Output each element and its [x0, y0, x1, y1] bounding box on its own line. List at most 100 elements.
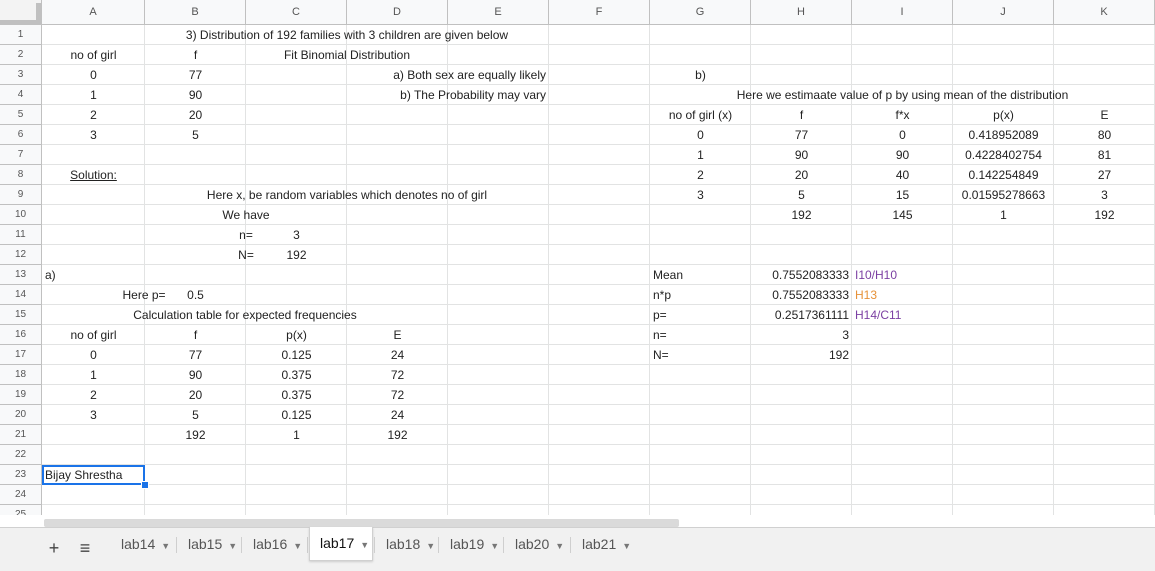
- row-header-9[interactable]: 9: [0, 185, 42, 205]
- column-header-c[interactable]: C: [246, 0, 347, 25]
- row-header-20[interactable]: 20: [0, 405, 42, 425]
- row-header-8[interactable]: 8: [0, 165, 42, 185]
- row-header-10[interactable]: 10: [0, 205, 42, 225]
- cell-b21[interactable]: 192: [145, 425, 246, 445]
- add-sheet-button[interactable]: +: [42, 536, 66, 560]
- cell-a4[interactable]: 1: [42, 85, 145, 105]
- column-header-g[interactable]: G: [650, 0, 751, 25]
- cell-j9[interactable]: 0.01595278663: [953, 185, 1054, 205]
- cell-d17[interactable]: 24: [347, 345, 448, 365]
- cell-g5[interactable]: no of girl (x): [650, 105, 751, 125]
- row-header-3[interactable]: 3: [0, 65, 42, 85]
- cell-b5[interactable]: 20: [145, 105, 246, 125]
- chevron-down-icon[interactable]: ▼: [360, 540, 369, 550]
- sheet-tab-lab18[interactable]: lab18 ▼: [376, 528, 437, 560]
- chevron-down-icon[interactable]: ▼: [228, 541, 237, 551]
- cell-j5[interactable]: p(x): [953, 105, 1054, 125]
- row-header-15[interactable]: 15: [0, 305, 42, 325]
- row-header-19[interactable]: 19: [0, 385, 42, 405]
- cell-g15[interactable]: p=: [650, 305, 751, 325]
- cell-b3[interactable]: 77: [145, 65, 246, 85]
- column-header-e[interactable]: E: [448, 0, 549, 25]
- cell-k10[interactable]: 192: [1054, 205, 1155, 225]
- cell-g14[interactable]: n*p: [650, 285, 751, 305]
- row-header-14[interactable]: 14: [0, 285, 42, 305]
- row-header-17[interactable]: 17: [0, 345, 42, 365]
- cell-a5[interactable]: 2: [42, 105, 145, 125]
- column-header-i[interactable]: I: [852, 0, 953, 25]
- column-header-j[interactable]: J: [953, 0, 1054, 25]
- chevron-down-icon[interactable]: ▼: [622, 541, 631, 551]
- cell-b20[interactable]: 5: [145, 405, 246, 425]
- row-header-6[interactable]: 6: [0, 125, 42, 145]
- cell-d18[interactable]: 72: [347, 365, 448, 385]
- cell-c19[interactable]: 0.375: [246, 385, 347, 405]
- cell-b4[interactable]: 90: [145, 85, 246, 105]
- cell-b16[interactable]: f: [145, 325, 246, 345]
- row-header-4[interactable]: 4: [0, 85, 42, 105]
- cell-i15[interactable]: H14/C11: [852, 305, 953, 325]
- sheet-tab-lab21[interactable]: lab21 ▼: [572, 528, 634, 560]
- row-header-24[interactable]: 24: [0, 485, 42, 505]
- cell-g7[interactable]: 1: [650, 145, 751, 165]
- cell-g17[interactable]: N=: [650, 345, 751, 365]
- sheet-tab-lab14[interactable]: lab14 ▼: [111, 528, 175, 560]
- fill-handle[interactable]: [141, 481, 149, 489]
- cell-a18[interactable]: 1: [42, 365, 145, 385]
- cell-g3[interactable]: b): [650, 65, 751, 85]
- cell-a17[interactable]: 0: [42, 345, 145, 365]
- chevron-down-icon[interactable]: ▼: [490, 541, 499, 551]
- cell-j8[interactable]: 0.142254849: [953, 165, 1054, 185]
- row-header-18[interactable]: 18: [0, 365, 42, 385]
- all-sheets-button[interactable]: ≡: [73, 536, 97, 560]
- cell-c17[interactable]: 0.125: [246, 345, 347, 365]
- cell-a15[interactable]: Calculation table for expected frequenci…: [42, 305, 448, 325]
- cell-i5[interactable]: f*x: [852, 105, 953, 125]
- cell-b14[interactable]: 0.5: [145, 285, 246, 305]
- column-header-b[interactable]: B: [145, 0, 246, 25]
- cell-a13[interactable]: a): [42, 265, 145, 285]
- cell-d16[interactable]: E: [347, 325, 448, 345]
- cell-g9[interactable]: 3: [650, 185, 751, 205]
- cell-k8[interactable]: 27: [1054, 165, 1155, 185]
- row-header-25[interactable]: 25: [0, 505, 42, 515]
- cell-h8[interactable]: 20: [751, 165, 852, 185]
- cell-c21[interactable]: 1: [246, 425, 347, 445]
- cell-h7[interactable]: 90: [751, 145, 852, 165]
- cell-i7[interactable]: 90: [852, 145, 953, 165]
- horizontal-scrollbar[interactable]: [44, 519, 679, 527]
- cell-d21[interactable]: 192: [347, 425, 448, 445]
- row-header-12[interactable]: 12: [0, 245, 42, 265]
- cell-b2[interactable]: f: [145, 45, 246, 65]
- cell-i10[interactable]: 145: [852, 205, 953, 225]
- select-all-corner[interactable]: [0, 0, 42, 25]
- cell-a3[interactable]: 0: [42, 65, 145, 85]
- cell-b9[interactable]: Here x, be random variables which denote…: [145, 185, 549, 205]
- chevron-down-icon[interactable]: ▼: [161, 541, 170, 551]
- cell-i9[interactable]: 15: [852, 185, 953, 205]
- chevron-down-icon[interactable]: ▼: [426, 541, 435, 551]
- cell-h16[interactable]: 3: [751, 325, 852, 345]
- cell-h6[interactable]: 77: [751, 125, 852, 145]
- cell-i14[interactable]: H13: [852, 285, 953, 305]
- cell-c18[interactable]: 0.375: [246, 365, 347, 385]
- cell-a20[interactable]: 3: [42, 405, 145, 425]
- cell-b6[interactable]: 5: [145, 125, 246, 145]
- cell-b10[interactable]: We have: [145, 205, 347, 225]
- cell-a19[interactable]: 2: [42, 385, 145, 405]
- cell-g8[interactable]: 2: [650, 165, 751, 185]
- cell-i13[interactable]: I10/H10: [852, 265, 953, 285]
- row-header-1[interactable]: 1: [0, 25, 42, 45]
- cell-i6[interactable]: 0: [852, 125, 953, 145]
- cell-c3[interactable]: a) Both sex are equally likely: [246, 65, 549, 85]
- sheet-tab-lab20[interactable]: lab20 ▼: [505, 528, 569, 560]
- column-header-k[interactable]: K: [1054, 0, 1155, 25]
- cell-a8[interactable]: Solution:: [42, 165, 145, 185]
- row-header-22[interactable]: 22: [0, 445, 42, 465]
- cell-c16[interactable]: p(x): [246, 325, 347, 345]
- cell-h10[interactable]: 192: [751, 205, 852, 225]
- cell-j7[interactable]: 0.4228402754: [953, 145, 1054, 165]
- cell-c20[interactable]: 0.125: [246, 405, 347, 425]
- cell-c4[interactable]: b) The Probability may vary: [246, 85, 549, 105]
- cell-c2[interactable]: Fit Binomial Distribution: [246, 45, 448, 65]
